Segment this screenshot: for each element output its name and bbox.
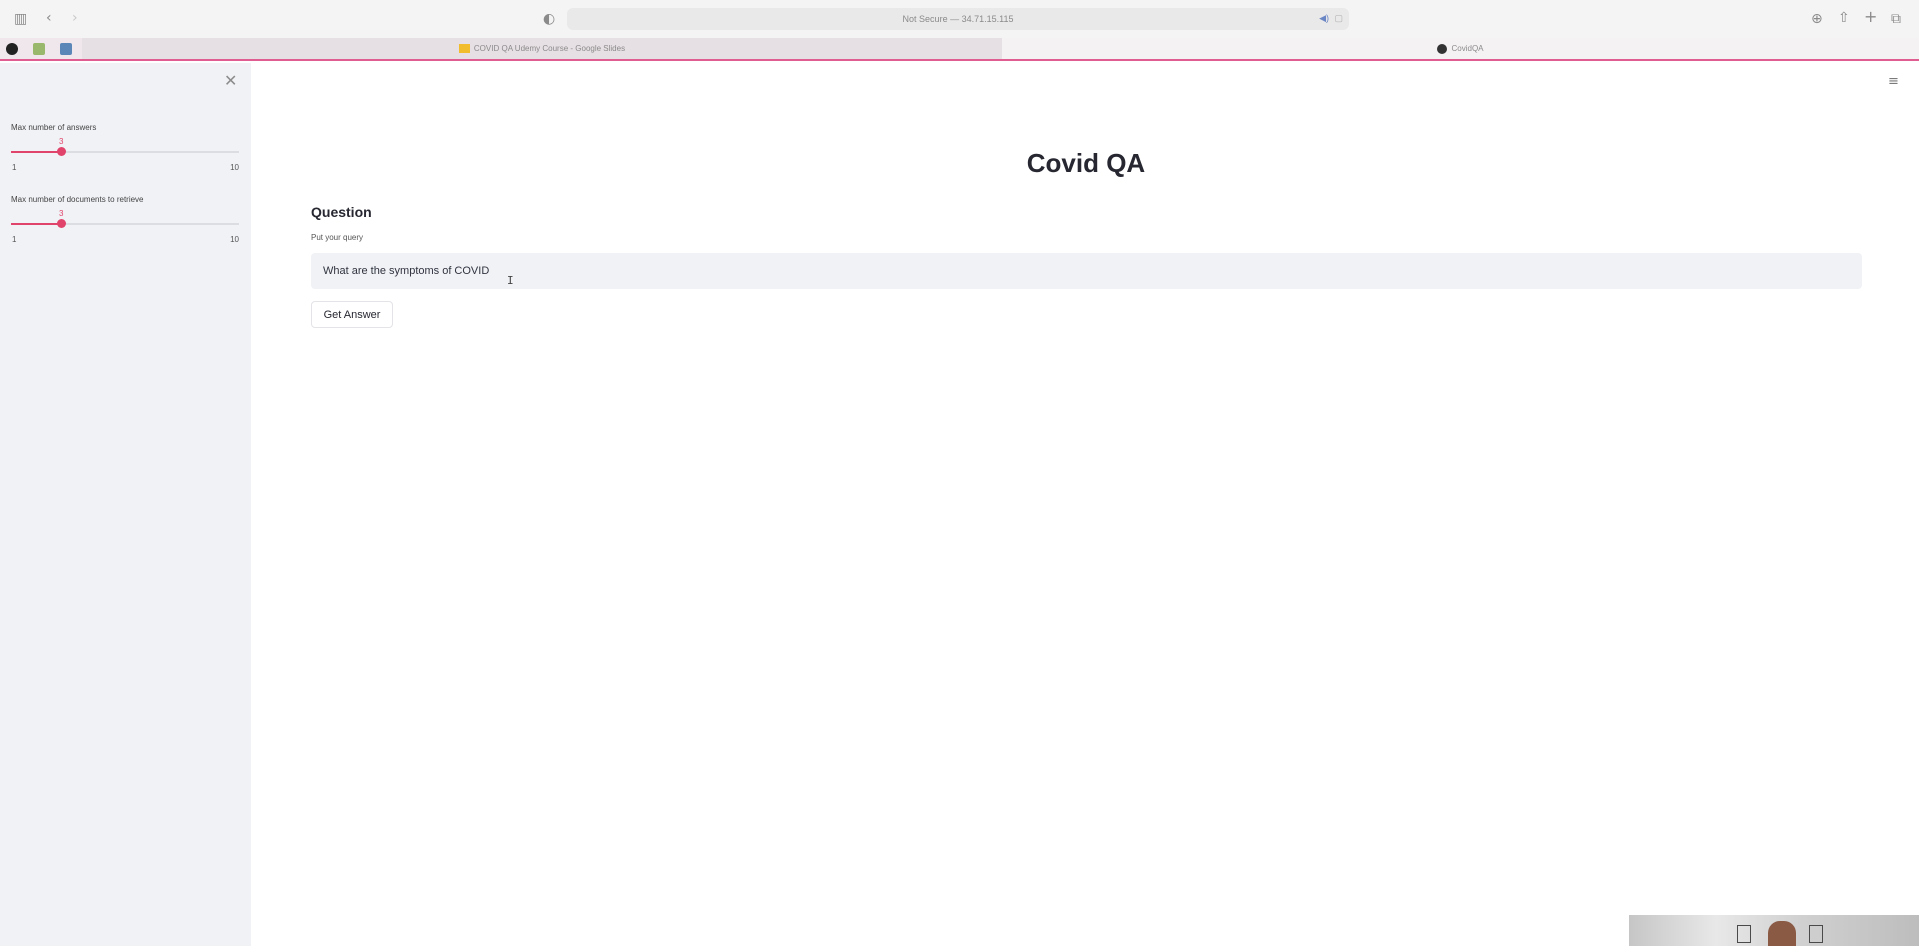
text-cursor-icon: I — [507, 274, 514, 287]
frame-icon — [1737, 925, 1751, 943]
sidebar-toggle-icon[interactable]: ▥ — [14, 12, 27, 26]
tab-bar: COVID QA Udemy Course - Google Slides Co… — [0, 38, 1919, 61]
max-documents-slider[interactable]: Max number of documents to retrieve 3 1 … — [11, 195, 239, 244]
new-tab-icon[interactable]: + — [1864, 9, 1877, 25]
privacy-shield-icon[interactable]: ◐ — [543, 12, 555, 26]
presenter-avatar — [1768, 921, 1796, 946]
forward-icon[interactable]: › — [72, 11, 78, 25]
tab-overview-icon[interactable]: ⧉ — [1891, 12, 1901, 26]
get-answer-button[interactable]: Get Answer — [311, 301, 393, 328]
close-icon[interactable]: ✕ — [224, 71, 237, 90]
back-icon[interactable]: ‹ — [46, 11, 52, 25]
slider-track[interactable] — [11, 147, 239, 156]
slider-fill — [11, 151, 62, 153]
page-title: Covid QA — [1026, 148, 1146, 178]
slider-max: 10 — [230, 235, 239, 244]
query-input-label: Put your query — [311, 233, 364, 242]
slider-thumb[interactable] — [57, 147, 66, 156]
pinned-tab-icon[interactable] — [33, 43, 45, 55]
slider-label: Max number of answers — [11, 123, 97, 132]
max-answers-slider[interactable]: Max number of answers 3 1 10 — [11, 123, 239, 172]
slider-fill — [11, 223, 62, 225]
sidebar: ✕ Max number of answers 3 1 10 Max numbe… — [0, 63, 251, 946]
address-bar[interactable]: ◐ Not Secure — 34.71.15.115 ◀) ▢ — [543, 8, 1349, 30]
slider-track[interactable] — [11, 219, 239, 228]
share-icon[interactable]: ⇧ — [1838, 11, 1850, 25]
pinned-tab-icon[interactable] — [60, 43, 72, 55]
tab-label: CovidQA — [1451, 44, 1484, 53]
hamburger-menu-icon[interactable]: ≡ — [1888, 74, 1899, 89]
slider-min: 1 — [12, 235, 17, 244]
tab-google-slides[interactable]: COVID QA Udemy Course - Google Slides — [82, 38, 1002, 59]
pinned-tab-icon[interactable] — [6, 43, 18, 55]
query-input[interactable] — [311, 253, 1862, 289]
audio-icon[interactable]: ◀) — [1319, 13, 1329, 24]
tab-covidqa[interactable]: CovidQA — [1002, 38, 1919, 59]
slider-max: 10 — [230, 163, 239, 172]
slider-min: 1 — [12, 163, 17, 172]
slider-thumb[interactable] — [57, 219, 66, 228]
address-text: Not Secure — 34.71.15.115 — [902, 14, 1014, 24]
slider-value: 3 — [59, 209, 64, 218]
slider-label: Max number of documents to retrieve — [11, 195, 144, 204]
webcam-overlay — [1629, 915, 1919, 946]
slides-icon — [458, 44, 470, 53]
frame-icon — [1809, 925, 1823, 943]
slider-value: 3 — [59, 137, 64, 146]
tab-label: COVID QA Udemy Course - Google Slides — [473, 44, 626, 53]
share-sheet-icon[interactable]: ▢ — [1334, 13, 1343, 24]
download-icon[interactable]: ⊕ — [1811, 12, 1823, 26]
question-heading: Question — [311, 204, 372, 220]
browser-toolbar: ▥ ‹ › ◐ Not Secure — 34.71.15.115 ◀) ▢ ⊕… — [0, 0, 1919, 38]
app-icon — [1437, 43, 1448, 54]
